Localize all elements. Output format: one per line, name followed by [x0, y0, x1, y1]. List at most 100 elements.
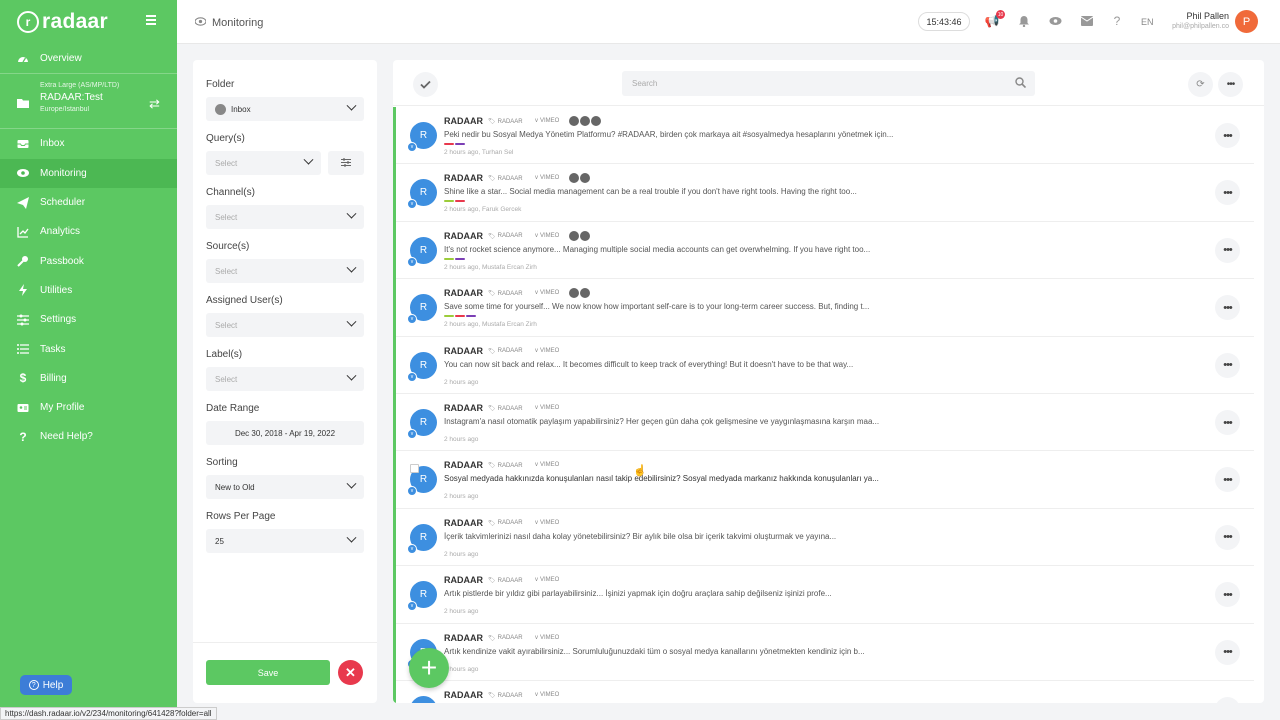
row-more-button[interactable]: ••• — [1215, 639, 1240, 665]
channel-label: VIMEO — [540, 405, 560, 411]
sidebar-item-need-help[interactable]: ? Need Help? — [0, 422, 177, 451]
row-more-button[interactable]: ••• — [1215, 467, 1240, 493]
table-row[interactable]: Rv RADAAR 🏷 RADAAR v VIMEO Save some time for … — [396, 279, 1254, 337]
source-name: RADAAR — [444, 116, 483, 126]
query-select-placeholder: Select — [215, 158, 238, 168]
hamburger-menu-icon[interactable] — [146, 15, 156, 25]
user-info[interactable]: Phil Pallen phil@philpallen.co — [1172, 11, 1229, 30]
tag-label: RADAAR — [497, 635, 523, 642]
table-row[interactable]: Rv RADAAR 🏷 RADAAR v VIMEO You can now sit bac… — [396, 337, 1254, 394]
ellipsis-icon: ••• — [1223, 416, 1233, 429]
logo-text: radaar — [42, 10, 109, 33]
sidebar-item-my-profile[interactable]: My Profile — [0, 393, 177, 422]
row-more-button[interactable]: ••• — [1215, 410, 1240, 435]
save-button[interactable]: Save — [206, 660, 330, 685]
row-more-button[interactable]: ••• — [1215, 697, 1240, 703]
inbox-circle-icon — [215, 103, 226, 115]
row-more-button[interactable]: ••• — [1215, 180, 1240, 206]
sidebar-item-monitoring[interactable]: Monitoring — [0, 158, 177, 188]
page-title: Monitoring — [194, 16, 264, 30]
search-input[interactable]: Search — [622, 71, 1035, 96]
select-all-button[interactable] — [413, 72, 438, 97]
language-selector[interactable]: EN — [1141, 17, 1154, 27]
notification-badge: 10 — [996, 10, 1005, 19]
sidebar-item-settings[interactable]: Settings — [0, 305, 177, 334]
sorting-select[interactable]: New to Old — [206, 475, 364, 499]
megaphone-icon[interactable]: 📢 10 — [985, 10, 1005, 28]
row-more-button[interactable]: ••• — [1215, 237, 1240, 263]
date-range-input[interactable]: Dec 30, 2018 - Apr 19, 2022 — [206, 421, 364, 445]
sidebar-item-overview[interactable]: Overview — [0, 44, 177, 73]
tag-label: RADAAR — [497, 118, 523, 125]
message-text: Save some time for yourself... We now kn… — [444, 302, 870, 312]
table-row[interactable]: Rv RADAAR 🏷 RADAAR v VIMEO Shine like a star..… — [396, 164, 1254, 222]
row-checkbox[interactable] — [410, 464, 419, 474]
sidebar-item-passbook[interactable]: Passbook — [0, 246, 177, 275]
channel-label: VIMEO — [540, 175, 560, 182]
labels-select[interactable]: Select — [206, 367, 364, 391]
avatar[interactable]: P — [1235, 10, 1258, 33]
sidebar-item-utilities[interactable]: Utilities — [0, 276, 177, 305]
source-select[interactable]: Select — [206, 259, 364, 283]
vimeo-badge-icon: v — [407, 314, 417, 325]
table-row[interactable]: RvRADAAR🏷RADAARvVIMEO••• — [396, 681, 1254, 703]
envelope-icon[interactable] — [1080, 14, 1094, 28]
dollar-icon: $ — [19, 371, 27, 386]
row-more-button[interactable]: ••• — [1215, 524, 1240, 550]
assigned-users-select[interactable]: Select — [206, 313, 364, 337]
clock: 15:43:46 — [918, 12, 970, 31]
rows-per-page-select[interactable]: 25 — [206, 529, 364, 553]
folder-select[interactable]: Inbox — [206, 97, 364, 121]
sidebar-item-label: Overview — [40, 53, 82, 65]
channel-select[interactable]: Select — [206, 205, 364, 229]
logo-mark-icon: r — [17, 11, 39, 33]
channel-badge: v VIMEO — [535, 462, 559, 468]
sidebar-item-analytics[interactable]: Analytics — [0, 217, 177, 246]
row-more-button[interactable]: ••• — [1215, 295, 1240, 321]
channel-label: VIMEO — [540, 519, 560, 526]
sidebar-item-tasks[interactable]: Tasks — [0, 334, 177, 363]
folder-select-value: Inbox — [231, 104, 251, 114]
page-title-text: Monitoring — [212, 17, 264, 29]
table-row[interactable]: Rv RADAAR 🏷 RADAAR v VIMEO Sosyal medyada hakk… — [396, 451, 1254, 509]
query-filter-button[interactable] — [328, 151, 364, 175]
bell-icon[interactable] — [1017, 14, 1031, 28]
vimeo-badge-icon: v — [407, 371, 417, 382]
add-button[interactable]: + — [409, 648, 449, 688]
message-meta: 2 hours ago, Faruk Gercek — [444, 206, 522, 214]
table-row[interactable]: Rv RADAAR 🏷 RADAAR v VIMEO Instagram'a nasıl o… — [396, 394, 1254, 452]
label-colors — [444, 200, 465, 203]
row-more-button[interactable]: ••• — [1215, 123, 1240, 148]
date-range-label: Date Range — [206, 403, 260, 414]
sidebar-item-billing[interactable]: $ Billing — [0, 364, 177, 393]
help-button[interactable]: ? Help — [20, 675, 72, 695]
table-row[interactable]: Rv RADAAR 🏷 RADAAR v VIMEO İçerik takvimlerini… — [396, 509, 1254, 567]
eye-icon[interactable] — [1048, 14, 1062, 28]
account-switcher[interactable]: Extra Large (AS/MP/LTD) RADAAR:Test Euro… — [0, 73, 177, 130]
question-icon[interactable]: ? — [1110, 14, 1124, 28]
query-select[interactable]: Select — [206, 151, 321, 175]
sidebar-item-inbox[interactable]: Inbox — [0, 129, 177, 158]
tag-badge: 🏷 RADAAR — [488, 520, 523, 527]
table-row[interactable]: RvRADAAR🏷RADAARvVIMEOArtık kendinize vak… — [396, 624, 1254, 681]
table-row[interactable]: Rv RADAAR 🏷 RADAAR v VIMEO Peki nedir bu Sosya… — [396, 107, 1254, 165]
sidebar-item-scheduler[interactable]: Scheduler — [0, 188, 177, 217]
sidebar-item-label: Tasks — [40, 343, 66, 355]
tag-badge: 🏷 RADAAR — [488, 405, 523, 413]
table-row[interactable]: Rv RADAAR 🏷 RADAAR v VIMEO Artık pistlerde bir… — [396, 566, 1254, 624]
switch-arrows-icon[interactable]: ⇄ — [149, 96, 160, 112]
table-row[interactable]: Rv RADAAR 🏷 RADAAR v VIMEO It's not rocket sci… — [396, 222, 1254, 280]
row-more-button[interactable]: ••• — [1215, 352, 1240, 378]
vimeo-badge-icon: v — [407, 543, 417, 554]
account-plan: Extra Large (AS/MP/LTD) — [40, 82, 120, 90]
logo[interactable]: r radaar — [0, 0, 177, 44]
more-options-button[interactable]: ••• — [1218, 72, 1243, 97]
close-button[interactable]: ✕ — [338, 660, 363, 685]
source-name: RADAAR — [444, 230, 483, 241]
chart-icon — [17, 226, 29, 238]
ellipsis-icon: ••• — [1223, 186, 1233, 199]
row-more-button[interactable]: ••• — [1215, 582, 1240, 608]
vimeo-icon: v — [535, 347, 538, 354]
chevron-down-icon — [346, 370, 357, 381]
refresh-button[interactable]: ⟳ — [1188, 72, 1213, 97]
